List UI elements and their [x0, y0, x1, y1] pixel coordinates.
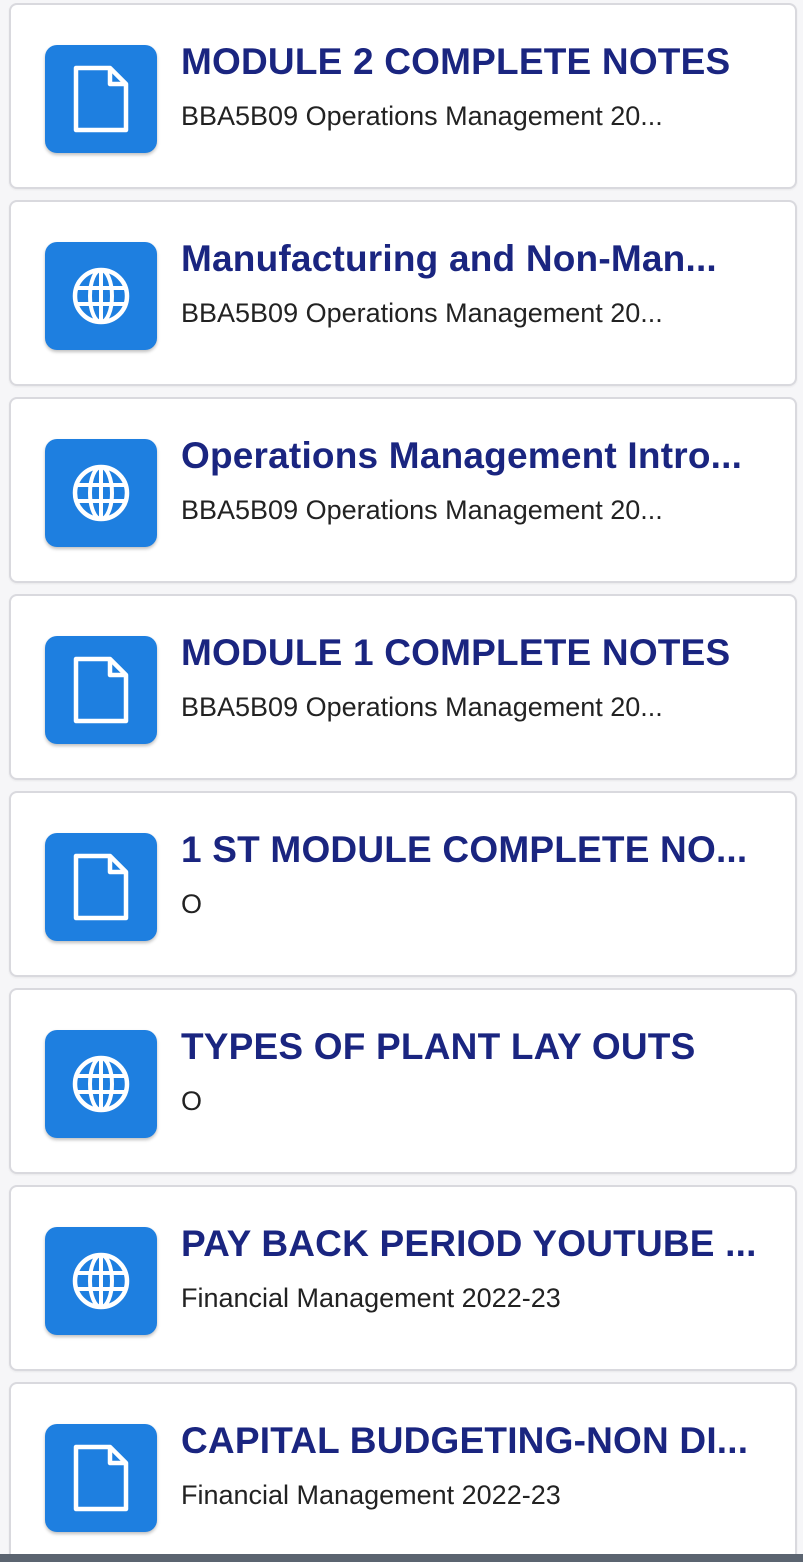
item-title: CAPITAL BUDGETING-NON DI... [181, 1420, 749, 1461]
document-icon [45, 45, 157, 153]
item-subtitle: Financial Management 2022-23 [181, 1283, 561, 1313]
item-title: Operations Management Intro... [181, 435, 743, 476]
list-item[interactable]: CAPITAL BUDGETING-NON DI... Financial Ma… [9, 1382, 797, 1562]
resource-list: MODULE 2 COMPLETE NOTES BBA5B09 Operatio… [0, 0, 803, 1562]
globe-icon [45, 439, 157, 547]
list-item[interactable]: PAY BACK PERIOD YOUTUBE ... Financial Ma… [9, 1185, 797, 1371]
list-item[interactable]: TYPES OF PLANT LAY OUTS O [9, 988, 797, 1174]
item-title: MODULE 1 COMPLETE NOTES [181, 632, 731, 673]
item-subtitle: BBA5B09 Operations Management 20... [181, 692, 663, 722]
list-item[interactable]: 1 ST MODULE COMPLETE NO... O [9, 791, 797, 977]
item-subtitle: O [181, 889, 203, 919]
item-title: TYPES OF PLANT LAY OUTS [181, 1026, 696, 1067]
list-item[interactable]: Operations Management Intro... BBA5B09 O… [9, 397, 797, 583]
list-item[interactable]: Manufacturing and Non-Man... BBA5B09 Ope… [9, 200, 797, 386]
list-item[interactable]: MODULE 1 COMPLETE NOTES BBA5B09 Operatio… [9, 594, 797, 780]
globe-icon [45, 1030, 157, 1138]
document-icon [45, 1424, 157, 1532]
item-subtitle: BBA5B09 Operations Management 20... [181, 101, 663, 131]
item-subtitle: Financial Management 2022-23 [181, 1480, 561, 1510]
item-title: Manufacturing and Non-Man... [181, 238, 717, 279]
item-title: MODULE 2 COMPLETE NOTES [181, 41, 731, 82]
globe-icon [45, 242, 157, 350]
item-subtitle: BBA5B09 Operations Management 20... [181, 495, 663, 525]
bottom-edge-bar [0, 1554, 803, 1562]
item-subtitle: BBA5B09 Operations Management 20... [181, 298, 663, 328]
item-title: 1 ST MODULE COMPLETE NO... [181, 829, 748, 870]
list-item[interactable]: MODULE 2 COMPLETE NOTES BBA5B09 Operatio… [9, 3, 797, 189]
document-icon [45, 833, 157, 941]
item-title: PAY BACK PERIOD YOUTUBE ... [181, 1223, 757, 1264]
document-icon [45, 636, 157, 744]
globe-icon [45, 1227, 157, 1335]
item-subtitle: O [181, 1086, 203, 1116]
